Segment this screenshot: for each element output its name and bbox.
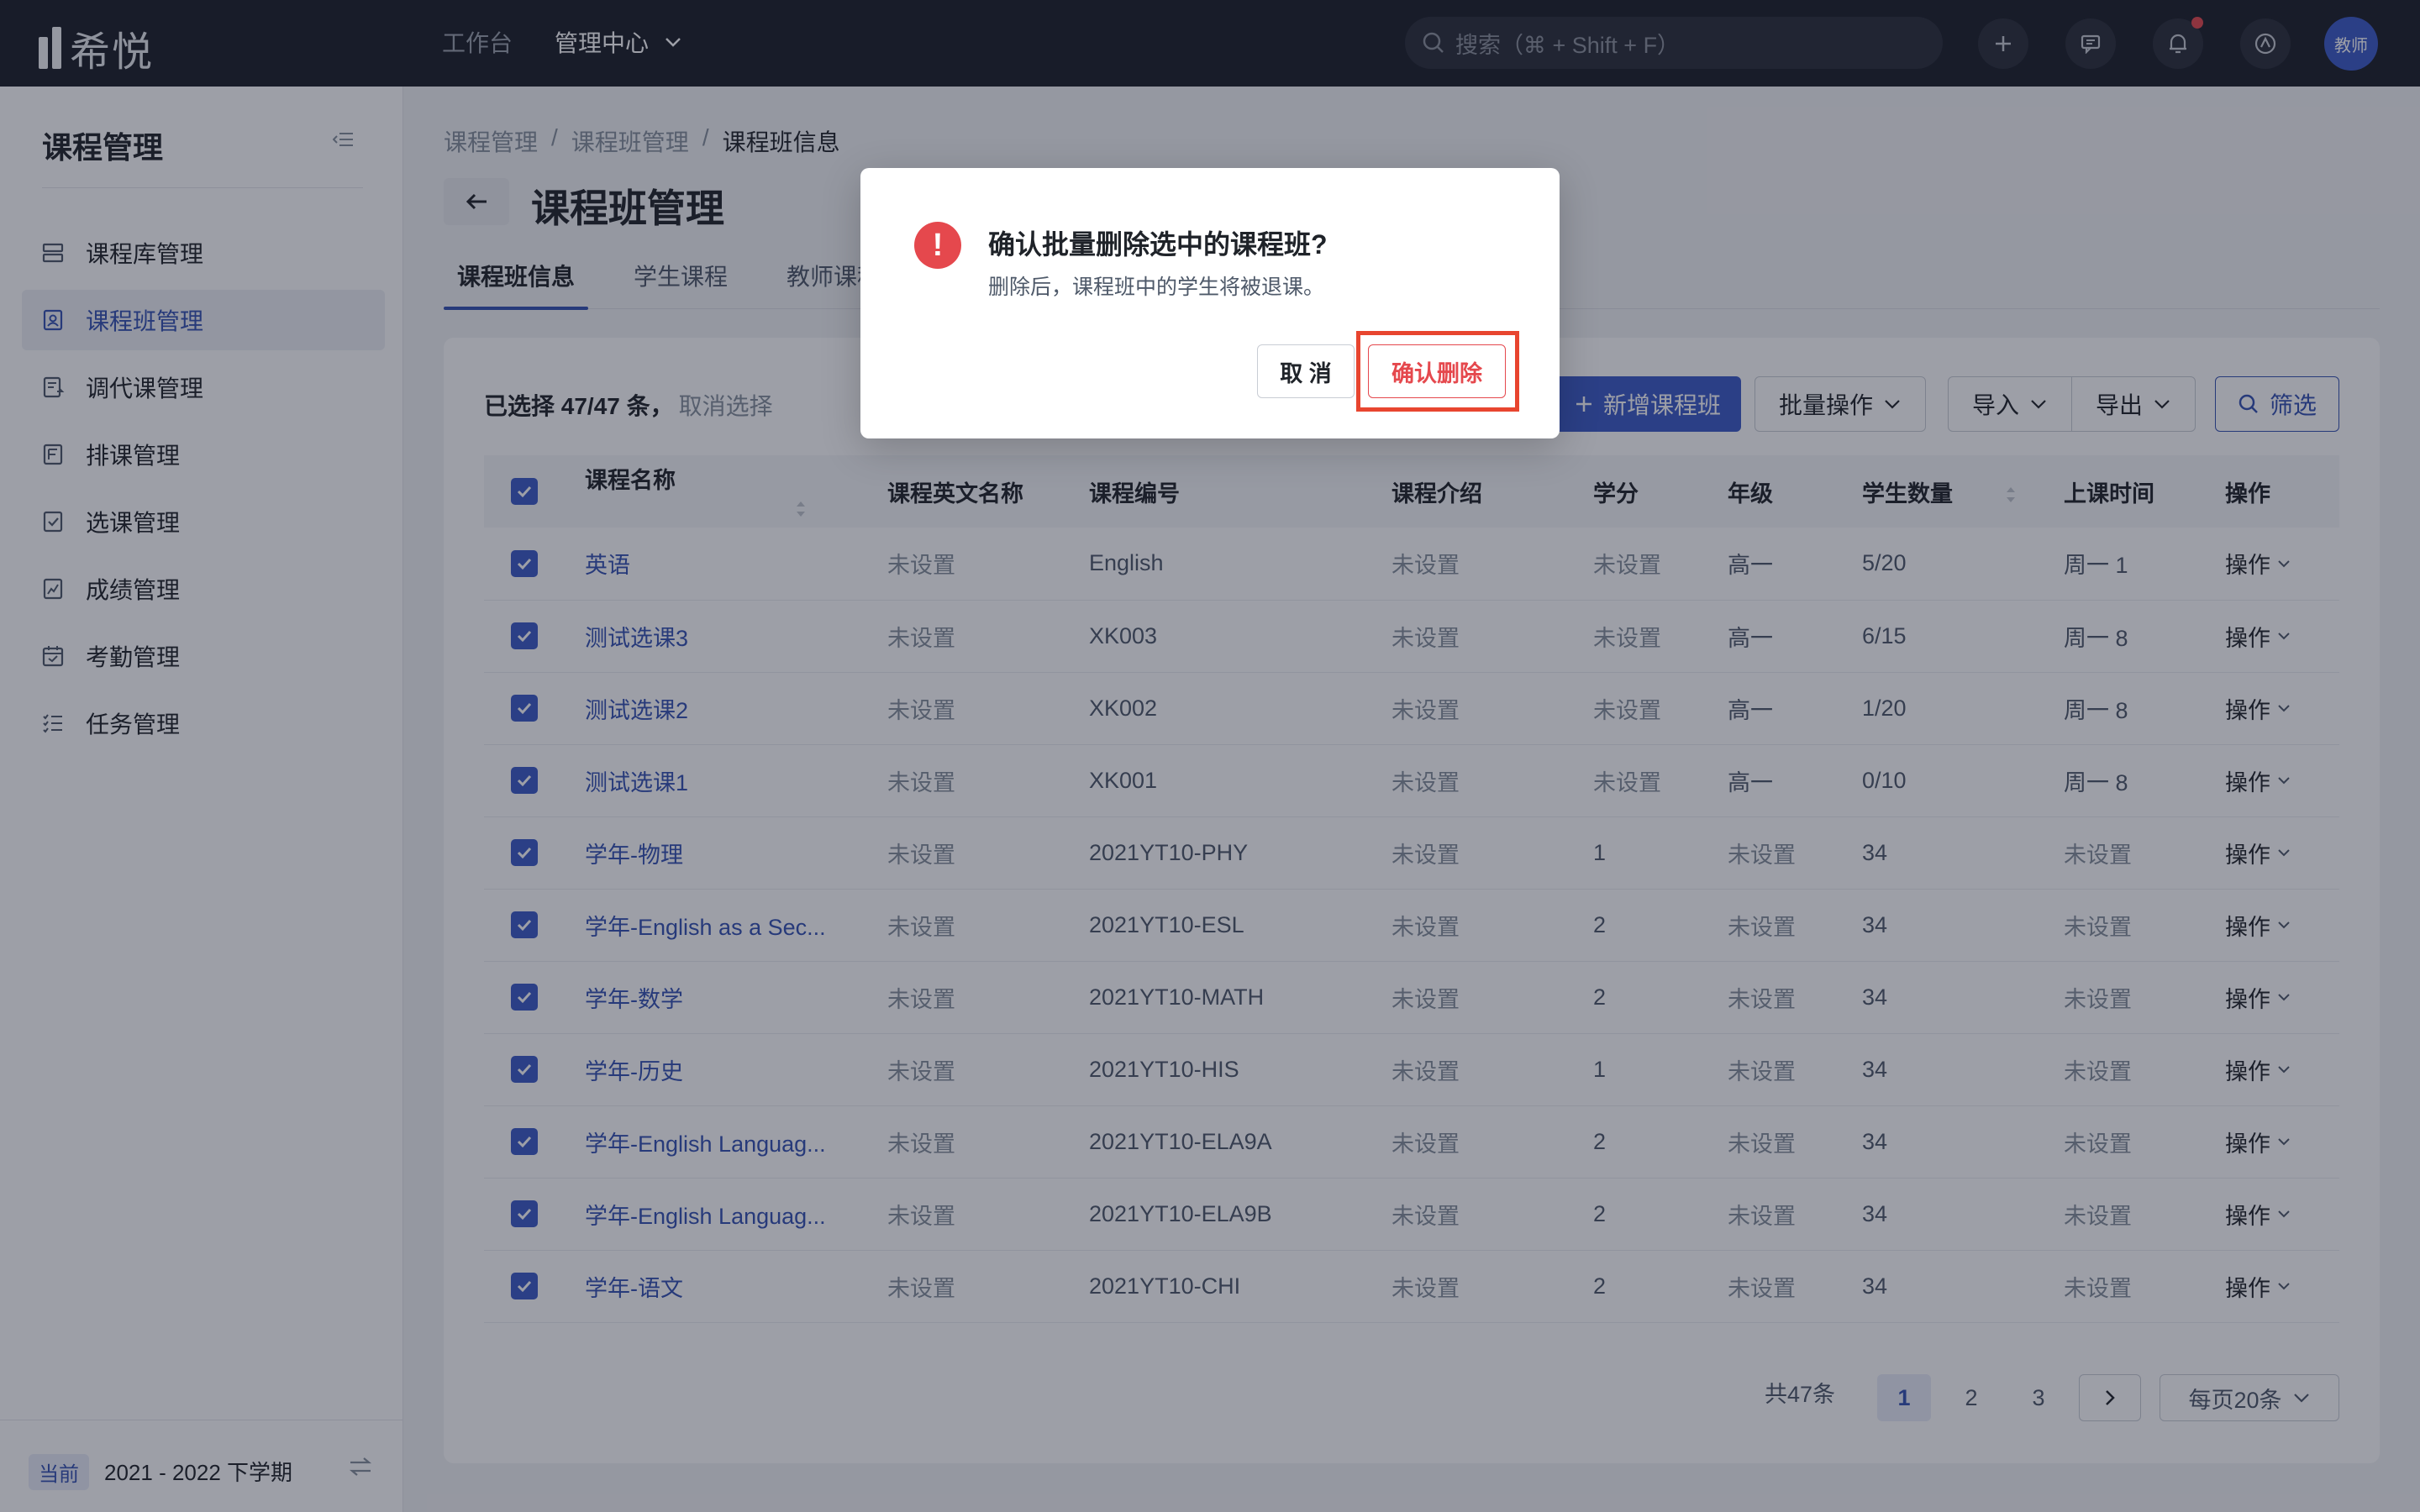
cancel-button[interactable]: 取 消 <box>1257 344 1355 398</box>
warning-icon: ! <box>914 222 961 269</box>
confirm-delete-dialog: ! 确认批量删除选中的课程班? 删除后，课程班中的学生将被退课。 取 消 确认删… <box>860 168 1560 438</box>
dialog-description: 删除后，课程班中的学生将被退课。 <box>988 276 1325 299</box>
dialog-title: 确认批量删除选中的课程班? <box>988 229 1328 260</box>
highlight-box <box>1356 331 1519 412</box>
